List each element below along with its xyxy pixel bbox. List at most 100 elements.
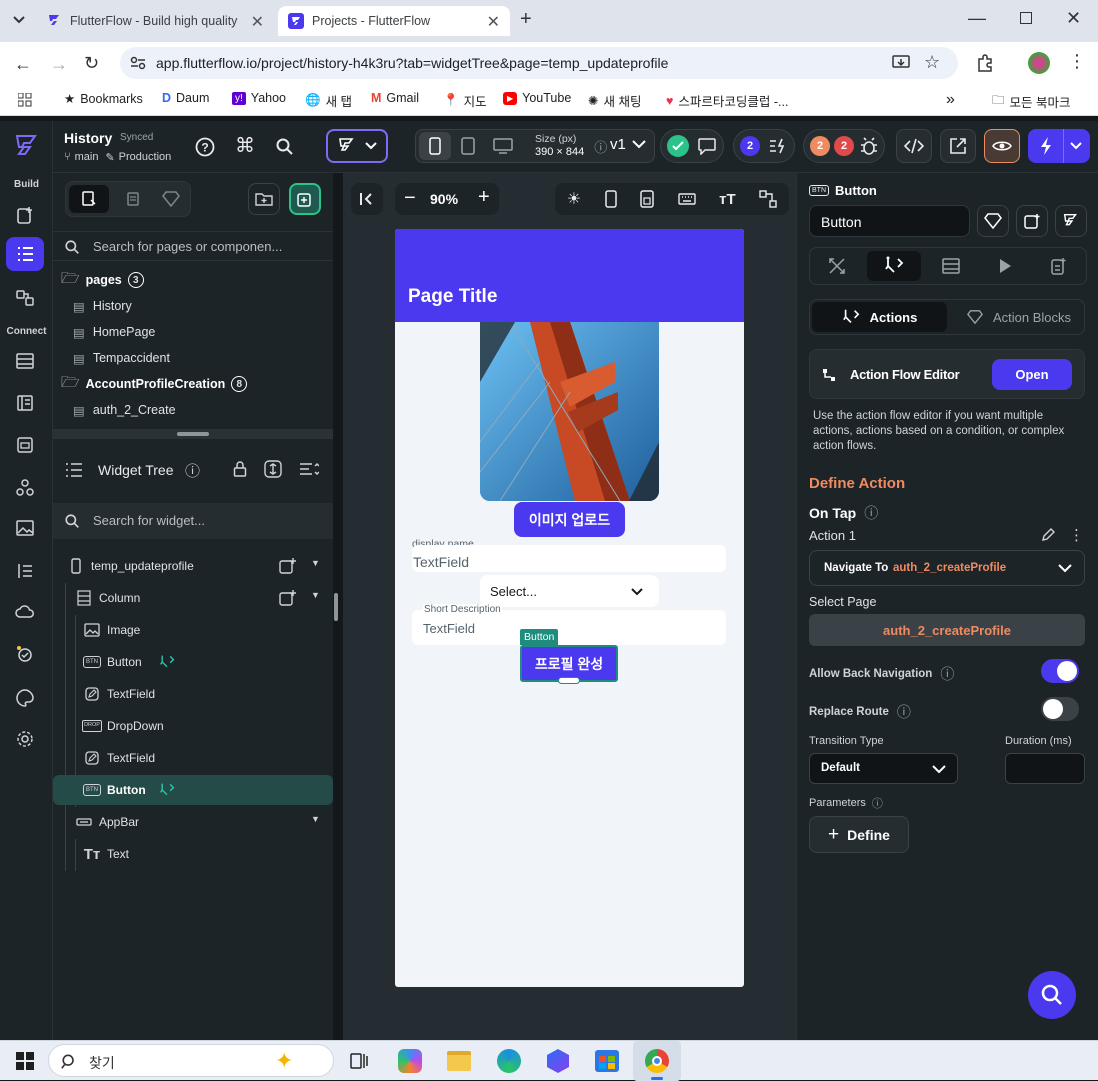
task-view-icon[interactable] — [350, 1052, 368, 1070]
all-bookmarks[interactable]: 🗀 모든 북마크 — [992, 91, 1071, 112]
tree-node-appbar[interactable]: AppBar ▼ — [53, 807, 333, 839]
flow-settings-icon[interactable] — [759, 190, 777, 208]
file-explorer-icon[interactable] — [447, 1051, 471, 1071]
tab-pages[interactable] — [69, 185, 109, 213]
rail-cloud[interactable] — [6, 595, 44, 629]
rail-theme[interactable] — [6, 554, 44, 588]
info-icon[interactable]: ⓘ — [594, 137, 607, 156]
dropdown[interactable]: Select... — [480, 575, 659, 607]
more-vert-icon[interactable]: ⋮ — [1069, 526, 1084, 544]
collapse-panel-button[interactable] — [351, 183, 383, 215]
add-page-button[interactable] — [289, 183, 321, 215]
wrap-widget-button[interactable] — [1016, 205, 1048, 237]
tree-node-textfield[interactable]: TextField — [53, 743, 333, 775]
chrome-taskbar-button[interactable] — [633, 1041, 681, 1081]
address-bar[interactable]: app.flutterflow.io/project/history-h4k3r… — [120, 47, 958, 79]
zoom-in-icon[interactable]: + — [478, 186, 490, 209]
duration-input[interactable] — [1005, 753, 1085, 784]
select-page-button[interactable]: auth_2_createProfile — [809, 614, 1085, 646]
rail-testing[interactable] — [6, 637, 44, 671]
preview-button[interactable] — [984, 129, 1020, 163]
widget-name-field[interactable]: Button — [809, 205, 970, 237]
bookmark-sparta[interactable]: ♥ 스파르타코딩클럽 -... — [666, 91, 788, 110]
sun-icon[interactable]: ☀ — [567, 189, 581, 209]
add-folder-button[interactable] — [248, 183, 280, 215]
reload-icon[interactable]: ↻ — [84, 53, 99, 74]
ai-gen-button[interactable]: 2 — [733, 129, 795, 163]
widget-options-button[interactable] — [1055, 205, 1087, 237]
tab-components[interactable] — [116, 185, 150, 213]
keyboard-icon[interactable] — [677, 193, 696, 205]
info-icon[interactable]: ⓘ — [185, 460, 200, 481]
rail-custom-code[interactable] — [6, 471, 44, 505]
rail-theme-settings[interactable] — [6, 681, 44, 715]
widget-search[interactable]: Search for widget... — [53, 503, 333, 539]
bookmark-daum[interactable]: D Daum — [162, 91, 209, 105]
back-icon[interactable]: ← — [14, 54, 32, 75]
text-size-icon[interactable]: ᴛT — [719, 191, 736, 208]
command-palette-icon[interactable]: ⌘ — [235, 133, 255, 158]
windows-start-icon[interactable] — [16, 1052, 34, 1070]
browser-tab-projects[interactable]: Projects - FlutterFlow ✕ — [278, 6, 510, 36]
bookmark-star-icon[interactable]: ☆ — [924, 52, 940, 73]
tab-properties[interactable] — [810, 248, 864, 284]
page-search[interactable]: Search for pages or componen... — [53, 231, 333, 261]
bookmark-maps[interactable]: 📍 지도 — [443, 91, 487, 110]
tree-node-button[interactable]: BTN Button — [53, 775, 333, 807]
branch-info[interactable]: ⑂ main ✎ Production — [64, 151, 171, 164]
zoom-out-icon[interactable]: − — [404, 187, 416, 210]
page-item[interactable]: ▤ Tempaccident — [73, 348, 170, 368]
add-child-icon[interactable] — [279, 557, 297, 575]
copilot-icon[interactable] — [398, 1049, 422, 1073]
page-item[interactable]: ▤ History — [73, 296, 132, 316]
display-name-field[interactable]: TextField — [412, 545, 726, 572]
rail-add-page[interactable] — [6, 198, 44, 232]
install-app-icon[interactable] — [892, 55, 910, 71]
bookmark-yahoo[interactable]: y! Yahoo — [232, 91, 286, 105]
short-description-field[interactable]: Short Description TextField — [412, 604, 726, 645]
code-view-button[interactable] — [896, 129, 932, 163]
library-button[interactable] — [977, 205, 1009, 237]
folder-account[interactable]: 🗁 AccountProfileCreation 8 — [61, 374, 248, 394]
lock-icon[interactable] — [233, 461, 247, 477]
bookmark-bookmarks[interactable]: ★ Bookmarks — [64, 91, 143, 107]
issues-button[interactable]: 2 2 — [803, 129, 885, 163]
edit-pencil-icon[interactable] — [1041, 528, 1055, 542]
apps-grid-icon[interactable] — [18, 93, 32, 107]
app-icon[interactable] — [547, 1049, 569, 1073]
tab-close-icon[interactable]: ✕ — [487, 12, 500, 32]
define-parameters-button[interactable]: + Define — [809, 816, 909, 853]
search-widget-input[interactable]: Search for widget... — [93, 513, 205, 528]
resize-handle[interactable] — [558, 677, 580, 684]
caret-down-icon[interactable]: ▼ — [311, 590, 320, 600]
rail-widget-tree[interactable] — [6, 237, 44, 271]
tree-node-column[interactable]: Column ▼ — [53, 583, 333, 615]
store-icon[interactable] — [595, 1050, 619, 1072]
desktop-view-button[interactable] — [485, 138, 521, 154]
bookmark-chat[interactable]: ✺ 새 채팅 — [588, 91, 641, 110]
flutterflow-logo-icon[interactable] — [13, 132, 39, 158]
tree-node-text[interactable]: Tт Text — [53, 839, 333, 871]
panel-splitter[interactable] — [53, 429, 333, 439]
subtab-action-blocks[interactable]: Action Blocks — [955, 302, 1083, 332]
app-bar[interactable]: Page Title — [395, 229, 744, 322]
run-button[interactable] — [1028, 129, 1090, 163]
close-window-icon[interactable]: ✕ — [1066, 8, 1081, 29]
rail-data-types[interactable] — [6, 344, 44, 378]
help-icon[interactable]: ? — [195, 137, 215, 157]
extensions-icon[interactable] — [976, 54, 994, 72]
allow-back-nav-toggle[interactable] — [1041, 659, 1079, 683]
open-external-button[interactable] — [940, 129, 976, 163]
rail-media-assets[interactable] — [6, 511, 44, 545]
info-icon[interactable]: ⓘ — [897, 702, 911, 722]
tab-backend-query[interactable] — [924, 248, 978, 284]
subtab-actions[interactable]: Actions — [812, 302, 947, 332]
minimize-icon[interactable]: — — [968, 8, 986, 29]
phone-grid-icon[interactable] — [640, 190, 654, 208]
phone-outline-icon[interactable] — [604, 190, 617, 208]
tablet-view-button[interactable] — [451, 137, 485, 155]
expand-collapse-icon[interactable] — [264, 460, 282, 478]
rail-api[interactable] — [6, 428, 44, 462]
widget-palette-button[interactable] — [326, 129, 388, 163]
open-editor-button[interactable]: Open — [992, 359, 1072, 390]
